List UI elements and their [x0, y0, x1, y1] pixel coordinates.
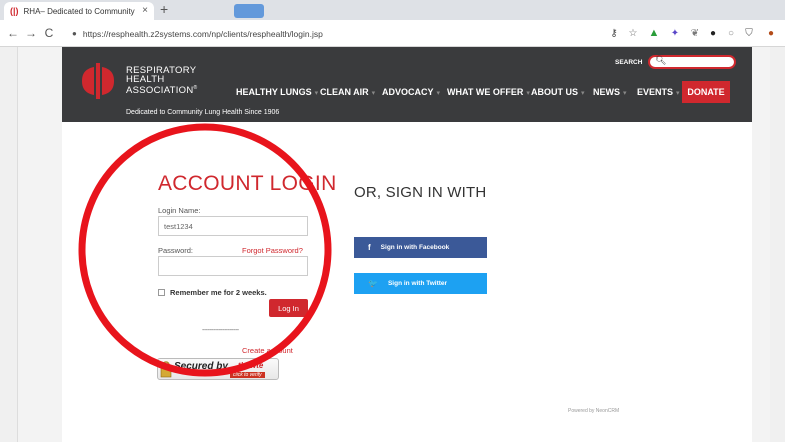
donate-button[interactable]: DONATE [682, 81, 730, 103]
login-name-input[interactable]: test1234 [158, 216, 308, 236]
tab-close-icon[interactable]: × [142, 5, 148, 16]
password-input[interactable] [158, 256, 308, 276]
twitter-signin-button[interactable]: 🐦 Sign in with Twitter [354, 273, 487, 294]
twitter-icon: 🐦 [368, 279, 378, 288]
facebook-signin-label: Sign in with Facebook [380, 244, 450, 251]
address-bar[interactable]: ● https://resphealth.z2systems.com/np/cl… [72, 24, 522, 43]
back-button[interactable]: ← [4, 26, 22, 40]
search-label: SEARCH [615, 59, 643, 66]
nav-advocacy[interactable]: ADVOCACY ▾ [382, 87, 440, 97]
url-text[interactable]: https://resphealth.z2systems.com/np/clie… [83, 29, 323, 39]
blurred-tab-icon [234, 4, 264, 18]
feather-icon[interactable]: ❦ [686, 23, 704, 43]
site-favicon-icon: (|) [10, 6, 19, 16]
lock-icon: ● [72, 29, 77, 38]
dropbox-icon[interactable]: ✦ [666, 23, 684, 43]
logo-line: HEALTH [126, 74, 165, 85]
new-badge-icon[interactable]: ▲ [645, 23, 663, 43]
login-name-label: Login Name: [158, 206, 201, 215]
remember-label: Remember me for 2 weeks. [170, 288, 267, 297]
logo-line: ASSOCIATION® [126, 85, 198, 97]
browser-toolbar: ← → C ● https://resphealth.z2systems.com… [0, 20, 785, 47]
search-input[interactable]: 🔍︎ [648, 55, 736, 69]
shield-icon[interactable]: ⛉ [740, 23, 758, 43]
login-content: ACCOUNT LOGIN Login Name: test1234 Passw… [62, 122, 752, 442]
nav-events[interactable]: EVENTS ▾ [637, 87, 680, 97]
nav-news[interactable]: NEWS ▾ [593, 87, 627, 97]
new-tab-button[interactable]: + [160, 1, 168, 17]
powered-by: Powered by NeonCRM [568, 408, 620, 414]
twitter-signin-label: Sign in with Twitter [387, 280, 448, 287]
nav-what-we-offer[interactable]: WHAT WE OFFER ▾ [447, 87, 530, 97]
thawte-seal[interactable]: Secured by thawte click to verify [157, 358, 279, 380]
nav-clean-air[interactable]: CLEAN AIR ▾ [320, 87, 375, 97]
forward-button[interactable]: → [22, 26, 40, 40]
circle-icon[interactable]: ○ [722, 23, 740, 43]
remember-checkbox[interactable] [158, 289, 165, 296]
tab-title: RHA– Dedicated to Community [23, 6, 135, 16]
rha-logo-icon[interactable] [82, 63, 114, 99]
thawte-secured-text: Secured by [174, 361, 228, 372]
facebook-icon: f [368, 243, 371, 252]
forgot-password-link[interactable]: Forgot Password? [242, 246, 303, 255]
facebook-signin-button[interactable]: f Sign in with Facebook [354, 237, 487, 258]
profile-icon[interactable]: ● [762, 23, 780, 43]
thawte-brand: thawte [238, 361, 264, 370]
account-login-title: ACCOUNT LOGIN [158, 172, 337, 195]
left-gutter [0, 47, 18, 442]
ghost-icon[interactable]: ● [704, 23, 722, 43]
nav-healthy-lungs[interactable]: HEALTHY LUNGS ▾ [236, 87, 318, 97]
star-icon[interactable]: ☆ [624, 23, 642, 43]
divider-dashes: -------------------- [202, 327, 239, 334]
thawte-verify[interactable]: click to verify [230, 372, 265, 378]
social-signin-title: OR, SIGN IN WITH [354, 184, 487, 201]
search-icon: 🔍︎ [655, 55, 667, 65]
remember-me[interactable]: Remember me for 2 weeks. [158, 288, 267, 297]
browser-tab[interactable]: (|) RHA– Dedicated to Community × [4, 2, 154, 20]
create-account-link[interactable]: Create account [242, 346, 293, 355]
nav-about-us[interactable]: ABOUT US ▾ [531, 87, 585, 97]
site-tagline: Dedicated to Community Lung Health Since… [126, 109, 280, 116]
password-label: Password: [158, 246, 194, 255]
right-gutter [770, 47, 785, 442]
padlock-icon [160, 361, 172, 378]
logo-wordmark[interactable]: RESPIRATORY HEALTH ASSOCIATION® [126, 66, 198, 97]
log-in-button[interactable]: Log In [269, 299, 308, 317]
site-header: RESPIRATORY HEALTH ASSOCIATION® Dedicate… [62, 47, 752, 122]
reload-button[interactable]: C [40, 26, 58, 40]
key-icon[interactable]: ⚷ [605, 23, 623, 43]
browser-tab-bar: (|) RHA– Dedicated to Community × + [0, 0, 785, 20]
